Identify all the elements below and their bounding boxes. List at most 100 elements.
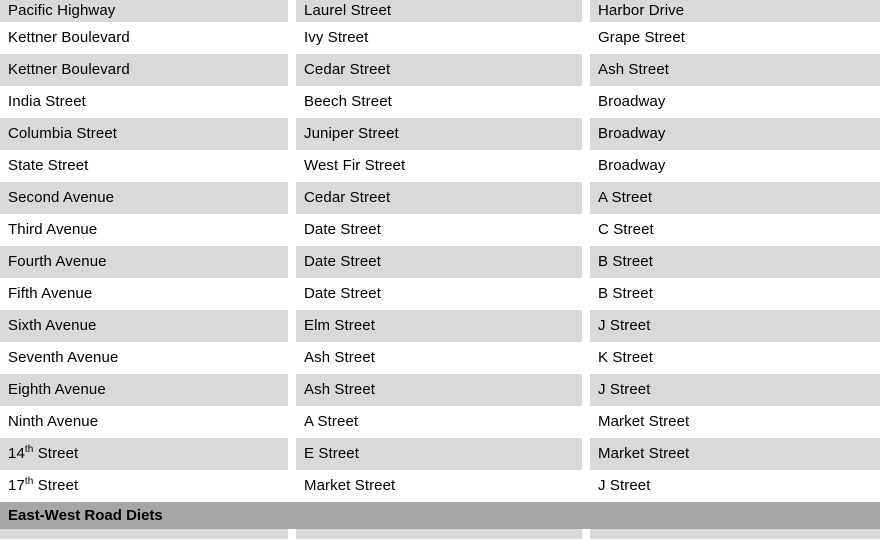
table-cell-to: Grape Street [590,22,880,54]
table-cell-to [590,529,880,539]
table-cell-from: Elm Street [296,310,582,342]
column-divider [582,438,590,470]
table-row[interactable]: Kettner Boulevard Cedar Street Ash Stree… [0,54,880,86]
table-cell-to: K Street [590,342,880,374]
table-row[interactable]: State Street West Fir Street Broadway [0,150,880,182]
column-divider [582,0,590,22]
table-row[interactable]: India Street Beech Street Broadway [0,86,880,118]
table-cell-to: C Street [590,214,880,246]
table-cell-street: Fourth Avenue [0,246,288,278]
table-cell-from: E Street [296,438,582,470]
table-row[interactable]: Second Avenue Cedar Street A Street [0,182,880,214]
column-divider [582,406,590,438]
column-divider [582,342,590,374]
table-cell-from: Date Street [296,214,582,246]
column-divider [288,438,296,470]
table-cell-from: Ash Street [296,342,582,374]
column-divider [288,342,296,374]
table-cell-from: Date Street [296,246,582,278]
table-cell-street: Kettner Boulevard [0,22,288,54]
table-cell-street: Kettner Boulevard [0,54,288,86]
table-cell-to: Broadway [590,118,880,150]
table-row[interactable]: Sixth Avenue Elm Street J Street [0,310,880,342]
column-divider [288,182,296,214]
road-diets-table-container: Pacific Highway Laurel Street Harbor Dri… [0,0,880,542]
table-cell-from: West Fir Street [296,150,582,182]
table-row[interactable]: Kettner Boulevard Ivy Street Grape Stree… [0,22,880,54]
column-divider [288,22,296,54]
table-row[interactable]: Columbia Street Juniper Street Broadway [0,118,880,150]
table-row[interactable]: Eighth Avenue Ash Street J Street [0,374,880,406]
column-divider [582,214,590,246]
table-cell-to: Broadway [590,86,880,118]
table-cell-street: Fifth Avenue [0,278,288,310]
table-cell-street: Third Avenue [0,214,288,246]
column-divider [288,54,296,86]
table-row[interactable]: 14th Street E Street Market Street [0,438,880,470]
table-cell-from: Ivy Street [296,22,582,54]
column-divider [288,529,296,539]
table-cell-to: Broadway [590,150,880,182]
column-divider [288,310,296,342]
table-body: Pacific Highway Laurel Street Harbor Dri… [0,0,880,539]
table-cell-from: A Street [296,406,582,438]
table-cell-from: Beech Street [296,86,582,118]
ordinal-suffix: th [24,444,34,455]
column-divider [582,310,590,342]
column-divider [288,374,296,406]
table-row[interactable]: Fifth Avenue Date Street B Street [0,278,880,310]
column-divider [288,246,296,278]
table-row[interactable]: Seventh Avenue Ash Street K Street [0,342,880,374]
table-cell-to: Ash Street [590,54,880,86]
column-divider [582,54,590,86]
road-diets-table: Pacific Highway Laurel Street Harbor Dri… [0,0,880,539]
table-row[interactable]: Ninth Avenue A Street Market Street [0,406,880,438]
table-cell-street: State Street [0,150,288,182]
section-header-label: East-West Road Diets [0,502,880,529]
column-divider [582,182,590,214]
table-cell-street: Ninth Avenue [0,406,288,438]
table-cell-to: Market Street [590,438,880,470]
table-cell-from: Juniper Street [296,118,582,150]
table-row[interactable]: Pacific Highway Laurel Street Harbor Dri… [0,0,880,22]
column-divider [582,374,590,406]
table-row[interactable]: 17th Street Market Street J Street [0,470,880,502]
table-row[interactable]: Fourth Avenue Date Street B Street [0,246,880,278]
column-divider [582,529,590,539]
column-divider [288,0,296,22]
ordinal-suffix: th [24,476,34,487]
column-divider [582,278,590,310]
table-cell-street: 14th Street [0,438,288,470]
table-cell-street: Second Avenue [0,182,288,214]
table-cell-from: Cedar Street [296,182,582,214]
table-cell-from: Laurel Street [296,0,582,22]
column-divider [582,86,590,118]
column-divider [582,118,590,150]
table-cell-from: Ash Street [296,374,582,406]
table-cell-to: J Street [590,310,880,342]
table-cell-from: Market Street [296,470,582,502]
section-header-row: East-West Road Diets [0,502,880,529]
table-cell-to: Market Street [590,406,880,438]
column-divider [288,118,296,150]
column-divider [582,150,590,182]
column-divider [582,246,590,278]
table-cell-street: 17th Street [0,470,288,502]
table-cell-street: India Street [0,86,288,118]
column-divider [288,406,296,438]
table-cell-to: J Street [590,374,880,406]
table-cell-to: B Street [590,246,880,278]
column-divider [288,86,296,118]
table-cell-from [296,529,582,539]
column-divider [288,150,296,182]
table-row[interactable]: Third Avenue Date Street C Street [0,214,880,246]
table-cell-street [0,529,288,539]
table-cell-from: Date Street [296,278,582,310]
table-cell-to: B Street [590,278,880,310]
table-cell-to: A Street [590,182,880,214]
table-row[interactable] [0,529,880,539]
column-divider [288,278,296,310]
table-cell-to: Harbor Drive [590,0,880,22]
table-cell-street: Seventh Avenue [0,342,288,374]
table-cell-to: J Street [590,470,880,502]
